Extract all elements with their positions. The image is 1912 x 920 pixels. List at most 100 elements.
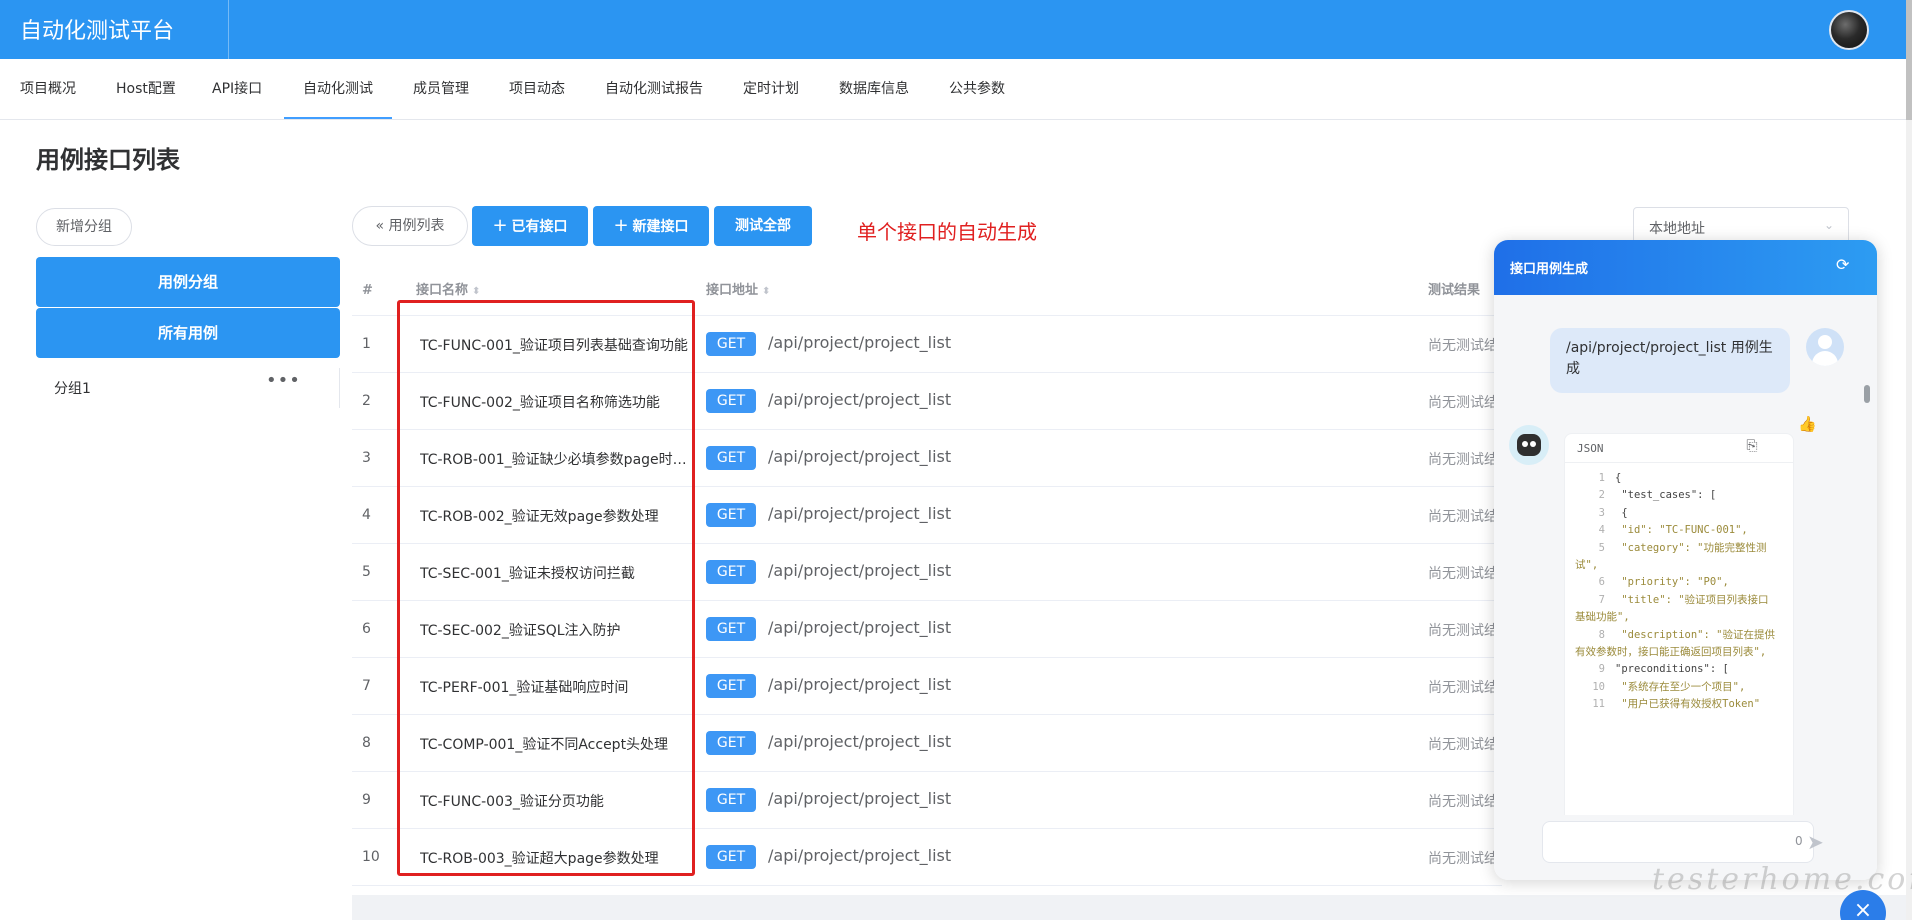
row-result: 尚无测试结果 xyxy=(1428,566,1494,582)
annotation-text: 单个接口的自动生成 xyxy=(857,220,1037,244)
all-cases-button[interactable]: 所有用例 xyxy=(36,308,340,358)
plus-icon: + xyxy=(492,215,508,236)
row-index: 4 xyxy=(362,507,371,523)
sort-icon[interactable]: ⬍ xyxy=(472,286,480,297)
new-api-button[interactable]: + 新建接口 xyxy=(593,206,709,246)
nav-item-schedule[interactable]: 定时计划 xyxy=(743,59,799,119)
chevron-down-icon: ⌄ xyxy=(1823,218,1834,232)
chat-scrollbar[interactable] xyxy=(1864,385,1870,403)
row-result: 尚无测试结果 xyxy=(1428,509,1494,525)
group-label: 分组1 xyxy=(54,381,91,397)
group-item[interactable]: 分组1 ••• xyxy=(36,368,340,408)
row-url: /api/project/project_list xyxy=(768,846,952,865)
row-result: 尚无测试结果 xyxy=(1428,338,1494,354)
nav-item-overview[interactable]: 项目概况 xyxy=(20,59,76,119)
env-select-value: 本地地址 xyxy=(1649,221,1705,237)
bot-eye xyxy=(1530,441,1536,447)
row-url: /api/project/project_list xyxy=(768,789,952,808)
nav-item-api[interactable]: API接口 xyxy=(212,59,262,119)
user-avatar[interactable] xyxy=(1829,10,1869,50)
nav-item-public-params[interactable]: 公共参数 xyxy=(949,59,1005,119)
row-url: /api/project/project_list xyxy=(768,561,952,580)
row-index: 2 xyxy=(362,393,371,409)
annotation-highlight-box xyxy=(397,300,695,876)
pagination-bar xyxy=(352,895,1906,920)
chat-input-box[interactable]: 0 ➤ xyxy=(1542,821,1824,863)
double-chevron-left-icon: « xyxy=(375,218,385,234)
nav-item-automation[interactable]: 自动化测试 xyxy=(284,59,392,119)
page-scrollbar[interactable] xyxy=(1906,0,1912,920)
row-url: /api/project/project_list xyxy=(768,618,952,637)
existing-api-label: 已有接口 xyxy=(511,219,568,235)
method-badge: GET xyxy=(706,389,756,413)
new-api-label: 新建接口 xyxy=(632,219,689,235)
method-badge: GET xyxy=(706,617,756,641)
row-result: 尚无测试结果 xyxy=(1428,737,1494,753)
char-count: 0 xyxy=(1795,834,1803,848)
refresh-icon[interactable]: ⟳ xyxy=(1836,255,1849,274)
bot-face xyxy=(1517,434,1541,456)
code-language: JSON xyxy=(1577,442,1604,455)
test-all-button[interactable]: 测试全部 xyxy=(714,206,812,246)
code-block: JSON ⎘ 1{ 2 "test_cases": [ 3 { 4 "id": … xyxy=(1564,433,1794,823)
nav-item-host-config[interactable]: Host配置 xyxy=(116,59,176,119)
case-group-button[interactable]: 用例分组 xyxy=(36,257,340,307)
method-badge: GET xyxy=(706,446,756,470)
method-badge: GET xyxy=(706,731,756,755)
row-result: 尚无测试结果 xyxy=(1428,395,1494,411)
bot-eye xyxy=(1522,441,1528,447)
row-index: 3 xyxy=(362,450,371,466)
row-index: 7 xyxy=(362,678,371,694)
nav-item-database[interactable]: 数据库信息 xyxy=(839,59,909,119)
chat-panel: 接口用例生成 ⟳ /api/project/project_list 用例生成 … xyxy=(1494,240,1877,880)
thumbs-up-icon[interactable]: 👍 xyxy=(1798,415,1817,433)
row-url: /api/project/project_list xyxy=(768,333,952,352)
chat-input[interactable] xyxy=(1551,830,1741,854)
method-badge: GET xyxy=(706,674,756,698)
row-index: 1 xyxy=(362,336,371,352)
row-url: /api/project/project_list xyxy=(768,504,952,523)
send-icon[interactable]: ➤ xyxy=(1807,830,1824,854)
method-badge: GET xyxy=(706,788,756,812)
nav-item-activity[interactable]: 项目动态 xyxy=(509,59,565,119)
row-url: /api/project/project_list xyxy=(768,447,952,466)
code-content: 1{ 2 "test_cases": [ 3 { 4 "id": "TC-FUN… xyxy=(1575,472,1775,711)
method-badge: GET xyxy=(706,503,756,527)
chat-body: /api/project/project_list 用例生成 👍 JSON ⎘ … xyxy=(1494,295,1877,823)
brand-divider xyxy=(228,0,229,59)
row-url: /api/project/project_list xyxy=(768,675,952,694)
col-name-label: 接口名称 xyxy=(416,283,469,298)
page-scrollbar-thumb[interactable] xyxy=(1906,0,1912,120)
page-title: 用例接口列表 xyxy=(36,146,180,174)
close-icon: × xyxy=(1853,898,1873,920)
row-url: /api/project/project_list xyxy=(768,732,952,751)
more-icon[interactable]: ••• xyxy=(266,370,301,391)
row-url: /api/project/project_list xyxy=(768,390,952,409)
row-index: 8 xyxy=(362,735,371,751)
row-result: 尚无测试结果 xyxy=(1428,680,1494,696)
avatar-head xyxy=(1818,335,1832,349)
row-index: 6 xyxy=(362,621,371,637)
add-group-button[interactable]: 新增分组 xyxy=(36,208,132,246)
row-index: 9 xyxy=(362,792,371,808)
row-result: 尚无测试结果 xyxy=(1428,851,1494,867)
watermark: testerhome.com xyxy=(1652,862,1912,897)
col-result: 测试结果 xyxy=(1428,283,1481,298)
row-result: 尚无测试结果 xyxy=(1428,452,1494,468)
app-title: 自动化测试平台 xyxy=(20,19,175,44)
avatar-body xyxy=(1812,351,1838,366)
chat-header: 接口用例生成 ⟳ xyxy=(1494,240,1877,295)
nav-item-members[interactable]: 成员管理 xyxy=(413,59,469,119)
method-badge: GET xyxy=(706,845,756,869)
sort-icon[interactable]: ⬍ xyxy=(762,286,770,297)
case-list-button[interactable]: « 用例列表 xyxy=(352,206,468,246)
top-bar: 自动化测试平台 xyxy=(0,0,1906,59)
copy-icon[interactable]: ⎘ xyxy=(1743,437,1761,455)
code-divider xyxy=(1565,462,1793,463)
row-result: 尚无测试结果 xyxy=(1428,623,1494,639)
nav-item-test-report[interactable]: 自动化测试报告 xyxy=(605,59,703,119)
row-index: 10 xyxy=(362,849,380,865)
col-url[interactable]: 接口地址 ⬍ xyxy=(706,266,770,316)
col-index: # xyxy=(362,283,373,298)
existing-api-button[interactable]: + 已有接口 xyxy=(472,206,588,246)
